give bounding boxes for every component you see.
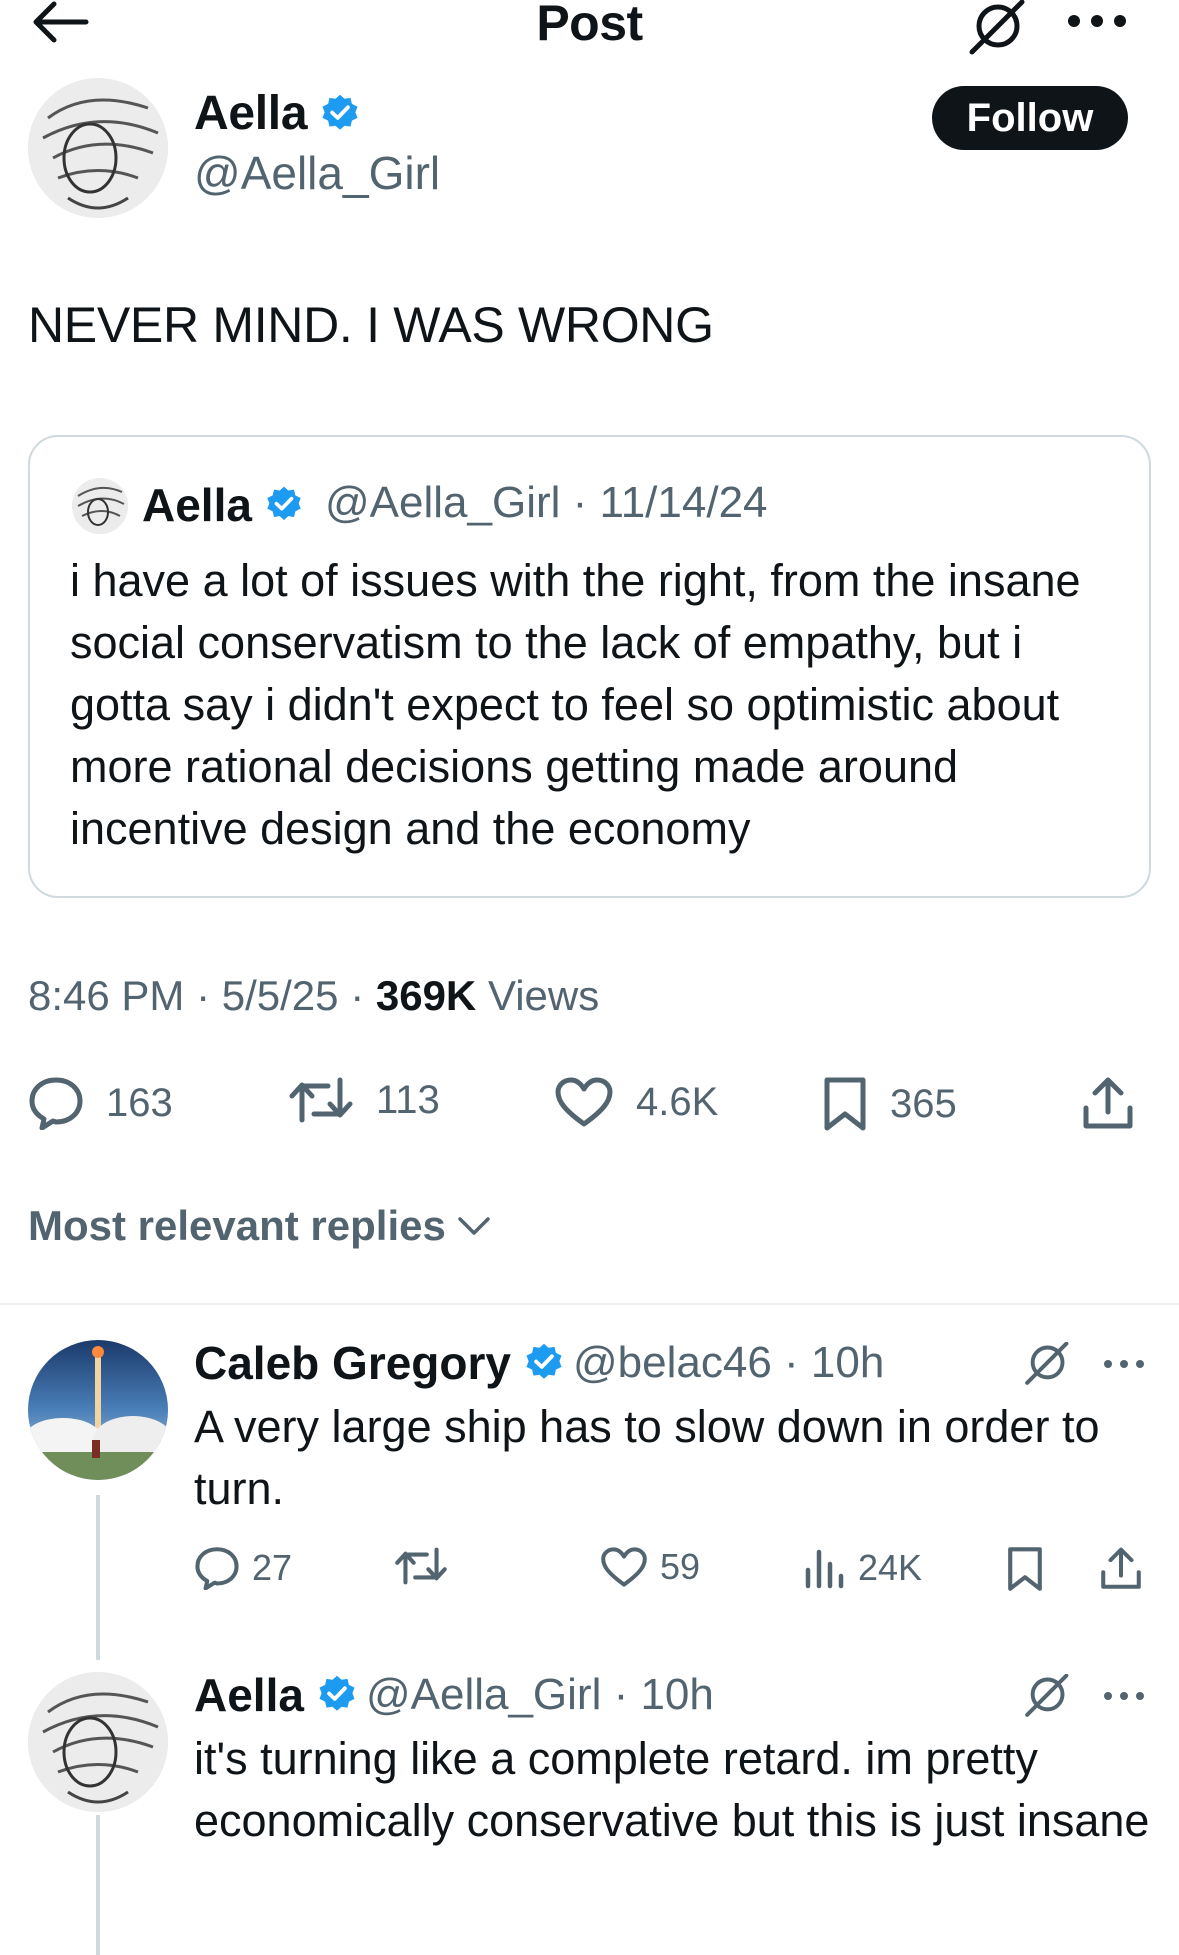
- thread-line: [96, 1815, 100, 1955]
- reply-views-button[interactable]: 24K: [804, 1546, 922, 1590]
- thread-line: [96, 1495, 100, 1660]
- follow-button[interactable]: Follow: [932, 86, 1128, 150]
- reply-share-button[interactable]: [1100, 1546, 1154, 1592]
- quote-handle-date: @Aella_Girl · 11/14/24: [325, 478, 768, 527]
- verified-icon: [526, 1343, 562, 1379]
- reply-avatar[interactable]: [28, 1340, 168, 1480]
- views-count: 369K: [375, 972, 477, 1019]
- verified-icon: [267, 486, 301, 520]
- more-options-button[interactable]: [1064, 6, 1130, 36]
- more-icon: [1104, 1692, 1144, 1700]
- reply-bookmark-button[interactable]: [1006, 1546, 1056, 1592]
- bookmark-icon: [824, 1077, 866, 1131]
- reply-more-button[interactable]: [1102, 1356, 1146, 1372]
- tweet-text: NEVER MIND. I WAS WRONG: [28, 297, 714, 353]
- tweet-date: 5/5/25: [221, 972, 339, 1019]
- quote-author-name: Aella: [142, 478, 312, 532]
- share-icon: [1083, 1077, 1133, 1129]
- author-handle[interactable]: @Aella_Girl: [194, 146, 440, 200]
- share-icon: [1101, 1547, 1141, 1589]
- reply-header: Caleb Gregory @belac46 · 10h: [194, 1336, 884, 1390]
- reply-handle-time[interactable]: @Aella_Girl · 10h: [366, 1670, 714, 1720]
- author-avatar[interactable]: [28, 78, 168, 218]
- bookmark-button[interactable]: 365: [822, 1076, 957, 1132]
- reply-icon: [195, 1547, 239, 1590]
- section-divider: [0, 1303, 1179, 1305]
- grok-icon: [1025, 1674, 1069, 1717]
- reply-grok-button[interactable]: [1022, 1342, 1070, 1386]
- views-icon: [805, 1549, 844, 1589]
- chevron-down-icon: [458, 1217, 490, 1235]
- reply-like-button[interactable]: 59: [600, 1546, 700, 1588]
- reply-text: A very large ship has to slow down in or…: [194, 1401, 1100, 1514]
- reply-icon: [29, 1077, 83, 1130]
- share-button[interactable]: [1082, 1076, 1156, 1132]
- more-icon: [1104, 1360, 1144, 1368]
- reply-grok-button[interactable]: [1022, 1674, 1070, 1718]
- verified-icon: [322, 94, 358, 130]
- reply-button[interactable]: 163: [28, 1076, 173, 1130]
- grok-button[interactable]: [966, 0, 1026, 56]
- views-label: Views: [487, 972, 600, 1019]
- reply-sort-dropdown[interactable]: Most relevant replies: [28, 1202, 494, 1250]
- quote-avatar: [72, 478, 128, 534]
- reply-header: Aella @Aella_Girl · 10h: [194, 1668, 714, 1722]
- reply-author-name[interactable]: Caleb Gregory: [194, 1336, 511, 1390]
- reply-avatar[interactable]: [28, 1672, 168, 1812]
- quote-text: i have a lot of issues with the right, f…: [70, 555, 1081, 854]
- tweet-meta: 8:46 PM · 5/5/25 · 369K Views: [28, 972, 600, 1019]
- retweet-icon: [395, 1547, 447, 1585]
- like-icon: [601, 1547, 647, 1587]
- reply-more-button[interactable]: [1102, 1688, 1146, 1704]
- bookmark-icon: [1008, 1547, 1042, 1591]
- reply-text: it's turning like a complete retard. im …: [194, 1733, 1150, 1846]
- reply-retweet-button[interactable]: [394, 1546, 460, 1586]
- grok-icon: [969, 0, 1025, 55]
- reply-author-name[interactable]: Aella: [194, 1668, 304, 1722]
- grok-icon: [1025, 1342, 1069, 1385]
- like-icon: [555, 1077, 613, 1127]
- like-button[interactable]: 4.6K: [554, 1076, 718, 1128]
- retweet-icon: [289, 1077, 353, 1123]
- retweet-button[interactable]: 113: [288, 1076, 440, 1124]
- author-name[interactable]: Aella: [194, 86, 369, 141]
- reply-handle-time[interactable]: @belac46 · 10h: [573, 1338, 884, 1388]
- tweet-time: 8:46 PM: [28, 972, 185, 1019]
- verified-icon: [319, 1675, 355, 1711]
- more-icon: [1068, 15, 1126, 27]
- reply-reply-button[interactable]: 27: [194, 1546, 292, 1590]
